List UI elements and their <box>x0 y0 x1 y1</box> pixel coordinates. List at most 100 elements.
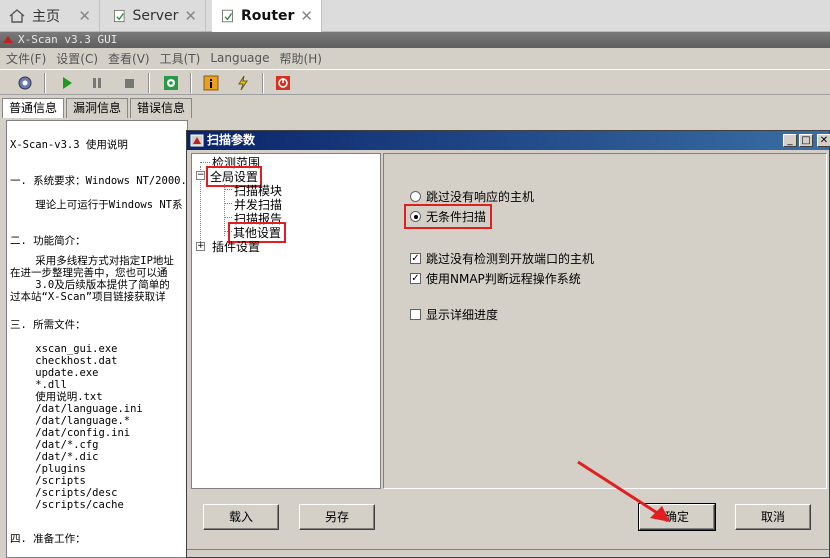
target-icon <box>18 76 32 90</box>
info-line: 过本站“X-Scan”项目链接获取详 <box>10 291 166 303</box>
option-label: 跳过没有响应的主机 <box>426 190 535 204</box>
save-as-button[interactable]: 另存 <box>299 504 375 530</box>
tab-server[interactable]: Server ✕ <box>104 0 206 31</box>
settings-button[interactable] <box>14 73 36 93</box>
info-line: 在进一步整理完善中，您也可以通 <box>10 267 168 279</box>
info-line: *.dll <box>10 379 67 391</box>
toolbar <box>0 69 830 95</box>
toolbar-separator <box>190 73 192 93</box>
info-text-panel[interactable]: X-Scan-v3.3 使用说明 一. 系统要求：Windows NT/2000… <box>6 120 188 558</box>
info-line: 一. 系统要求：Windows NT/2000. <box>10 175 187 187</box>
report-button[interactable] <box>232 73 254 93</box>
play-icon <box>63 77 72 89</box>
toolbar-separator <box>44 73 46 93</box>
about-button[interactable] <box>272 73 294 93</box>
tab-error-info[interactable]: 错误信息 <box>130 98 193 118</box>
info-line: 采用多线程方式对指定IP地址 <box>10 255 174 267</box>
option-label: 显示详细进度 <box>426 308 499 322</box>
info-line: /dat/*.cfg <box>10 439 99 451</box>
toolbar-separator <box>262 73 264 93</box>
plugins-button[interactable] <box>160 73 182 93</box>
start-button[interactable] <box>56 73 78 93</box>
tab-label: Router <box>240 8 295 24</box>
tab-general-info[interactable]: 普通信息 <box>2 98 65 118</box>
info-line: /scripts/desc <box>10 487 118 499</box>
page-icon <box>114 9 125 22</box>
page-icon <box>222 9 233 23</box>
settings-tree: 检测范围 − 全局设置 扫描模块 并发扫描 扫描报告 其他设置 + 插件设置 <box>191 153 381 489</box>
checkbox-use-nmap[interactable]: ✓ <box>410 273 421 284</box>
tree-item-plugin-settings[interactable]: 插件设置 <box>212 238 260 255</box>
option-label: 无条件扫描 <box>426 210 487 224</box>
tree-line <box>200 162 210 163</box>
option-label: 使用NMAP判断远程操作系统 <box>426 272 581 286</box>
load-button[interactable]: 载入 <box>203 504 279 530</box>
app-title: X-Scan v3.3 GUI <box>18 33 118 46</box>
menu-view[interactable]: 查看(V) <box>108 50 150 67</box>
dialog-title-bar: 扫描参数 <box>187 131 829 150</box>
info-line: 四. 准备工作： <box>10 533 86 545</box>
stop-button[interactable] <box>118 73 140 93</box>
gear-icon <box>164 76 178 90</box>
stop-icon <box>125 79 134 88</box>
options-panel: 跳过没有响应的主机 无条件扫描 ✓ 跳过没有检测到开放端口的主机 ✓ 使用NMA… <box>383 153 827 489</box>
option-label: 跳过没有检测到开放端口的主机 <box>426 252 595 266</box>
info-line: X-Scan-v3.3 使用说明 <box>10 139 128 151</box>
tab-label: 主页 <box>32 8 60 25</box>
info-line: /dat/*.dic <box>10 451 99 463</box>
menu-file[interactable]: 文件(F) <box>6 50 46 67</box>
radio-unconditional-scan[interactable] <box>410 211 421 222</box>
close-button[interactable]: ✕ <box>817 134 830 147</box>
tree-line <box>224 184 225 236</box>
info-line: checkhost.dat <box>10 355 118 367</box>
menu-bar: 文件(F) 设置(C) 查看(V) 工具(T) Language 帮助(H) <box>0 48 830 68</box>
cancel-button[interactable]: 取消 <box>735 504 811 530</box>
option-use-nmap[interactable]: ✓ 使用NMAP判断远程操作系统 <box>410 270 581 287</box>
option-unconditional-scan[interactable]: 无条件扫描 <box>403 204 493 229</box>
option-show-progress[interactable]: 显示详细进度 <box>410 306 498 323</box>
minimize-button[interactable]: _ <box>783 134 797 147</box>
collapse-icon[interactable]: − <box>196 171 205 180</box>
pause-button[interactable] <box>86 73 108 93</box>
close-icon[interactable]: ✕ <box>184 7 197 25</box>
home-icon <box>9 8 25 23</box>
info-line: 三. 所需文件： <box>10 319 86 331</box>
info-line: update.exe <box>10 367 99 379</box>
app-title-bar: X-Scan v3.3 GUI <box>0 32 830 48</box>
maximize-button[interactable]: □ <box>799 134 813 147</box>
tree-line <box>224 217 232 218</box>
checkbox-skip-no-open-port[interactable]: ✓ <box>410 253 421 264</box>
tab-vuln-info[interactable]: 漏洞信息 <box>66 98 129 118</box>
scan-params-dialog: 扫描参数 _ □ ✕ 检测范围 − 全局设置 扫描模块 并发扫描 扫描报告 其他… <box>186 130 830 558</box>
close-icon[interactable]: ✕ <box>78 7 91 25</box>
menu-tools[interactable]: 工具(T) <box>160 50 201 67</box>
info-icon <box>203 75 219 91</box>
radio-skip-no-response[interactable] <box>410 191 421 202</box>
close-icon[interactable]: ✕ <box>300 7 313 25</box>
pause-icon <box>93 78 101 88</box>
info-line: /plugins <box>10 463 86 475</box>
annotation-arrow-icon <box>577 460 670 522</box>
expand-icon[interactable]: + <box>196 242 205 251</box>
menu-help[interactable]: 帮助(H) <box>280 50 322 67</box>
dialog-title: 扫描参数 <box>207 133 256 147</box>
tree-line <box>224 189 232 190</box>
info-button[interactable] <box>200 73 222 93</box>
menu-settings[interactable]: 设置(C) <box>56 50 98 67</box>
tab-home[interactable]: 主页 ✕ <box>0 0 100 31</box>
info-line: 3.0及后续版本提供了简单的 <box>10 279 170 291</box>
info-line: xscan_gui.exe <box>10 343 118 355</box>
option-skip-no-open-port[interactable]: ✓ 跳过没有检测到开放端口的主机 <box>410 250 594 267</box>
menu-language[interactable]: Language <box>210 51 269 65</box>
info-tabs: 普通信息 漏洞信息 错误信息 <box>2 98 194 118</box>
tab-router[interactable]: Router ✕ <box>212 0 322 32</box>
info-line: 二. 功能简介： <box>10 235 86 247</box>
checkbox-show-progress[interactable] <box>410 309 421 320</box>
info-line: /scripts/cache <box>10 499 124 511</box>
info-line: /dat/config.ini <box>10 427 131 439</box>
toolbar-separator <box>148 73 150 93</box>
lightning-icon <box>238 75 248 91</box>
tree-line <box>224 203 232 204</box>
option-skip-no-response[interactable]: 跳过没有响应的主机 <box>410 188 534 205</box>
info-line: /scripts <box>10 475 86 487</box>
